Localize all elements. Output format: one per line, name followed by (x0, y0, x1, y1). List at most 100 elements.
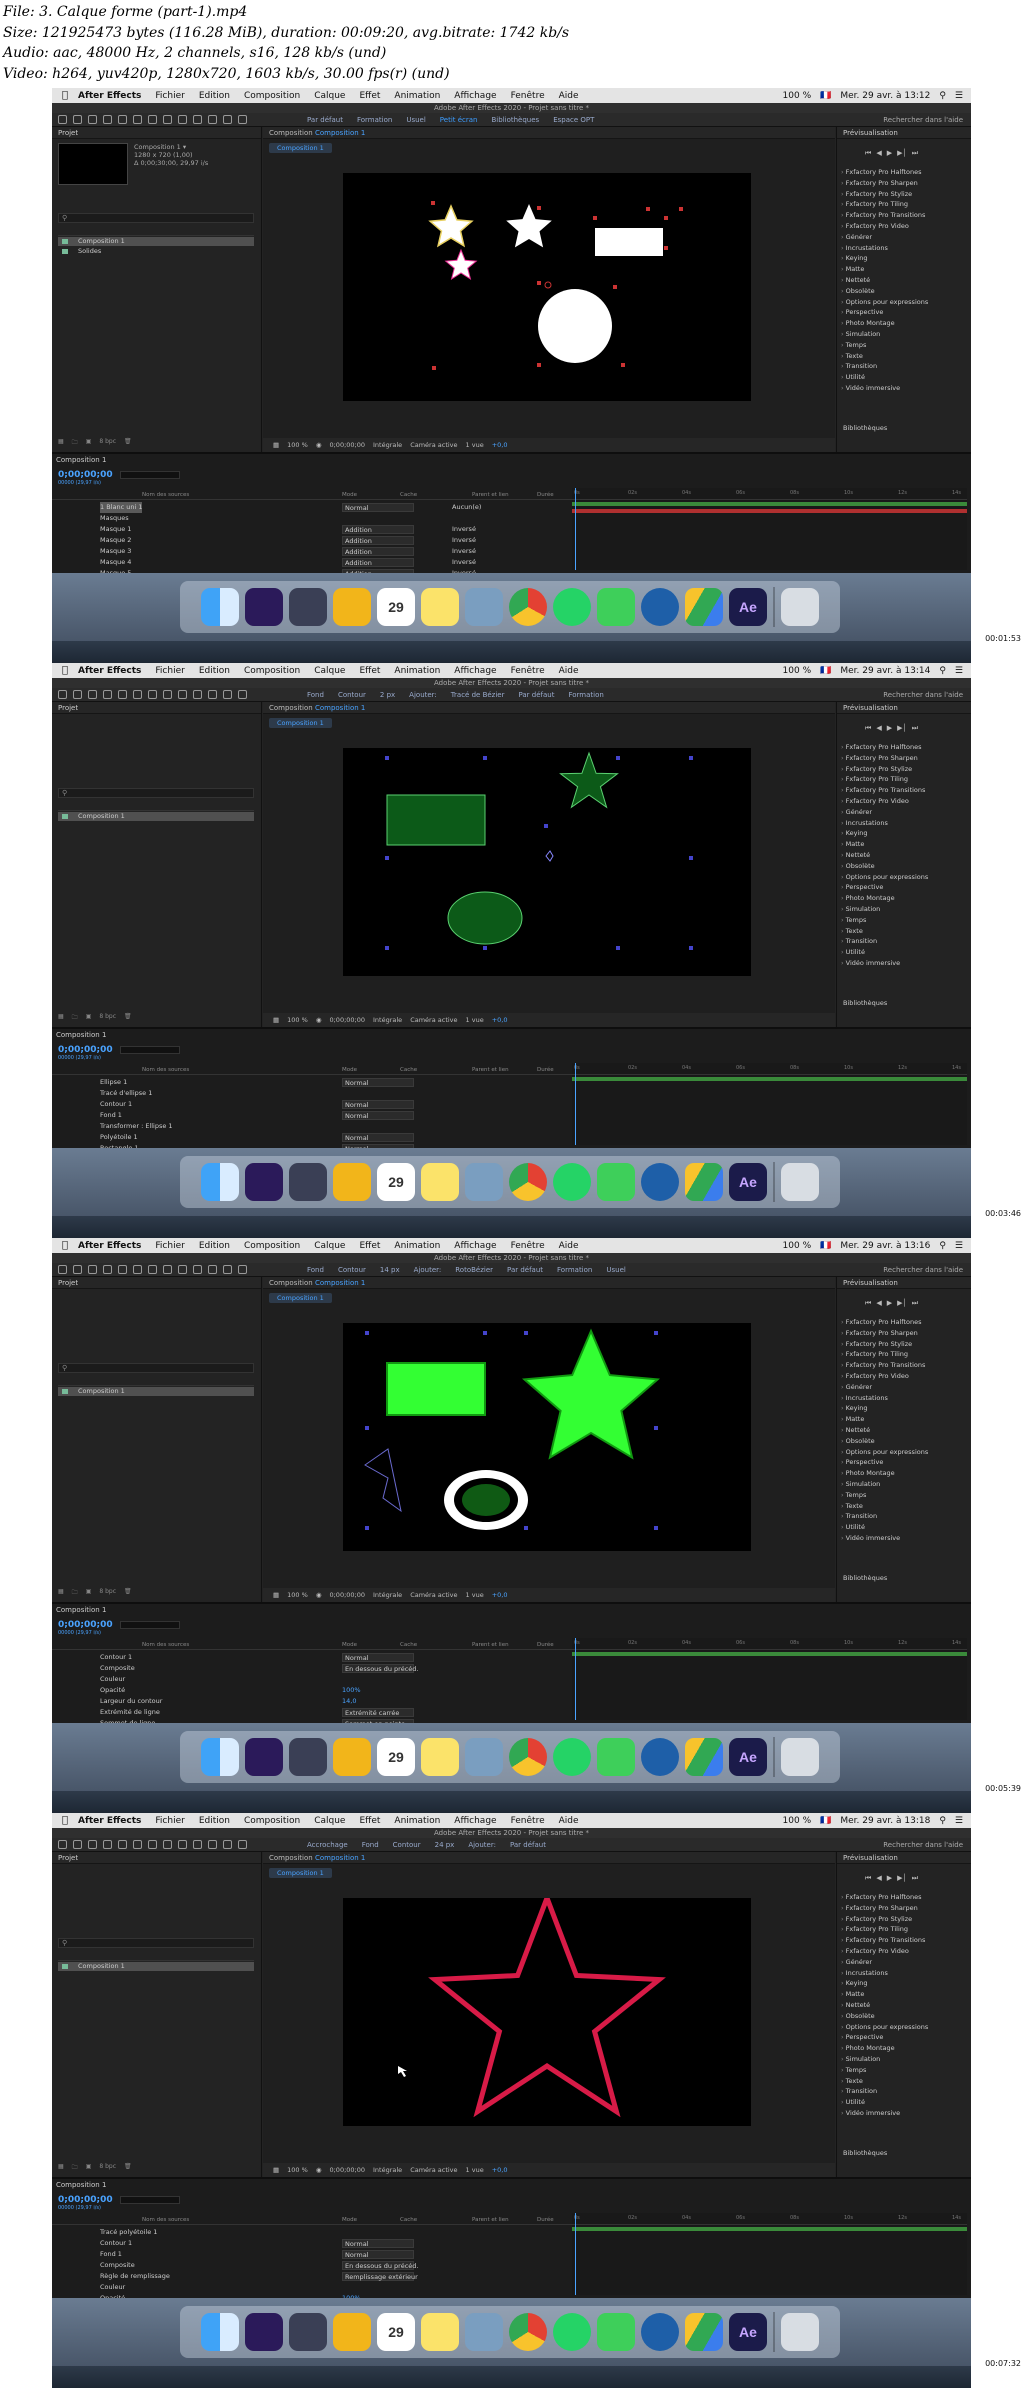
effect-category[interactable]: Générer (841, 1382, 966, 1393)
first-frame-icon[interactable]: ⏮ (865, 724, 871, 733)
menu-item[interactable]: Fenêtre (511, 91, 545, 101)
play-icon[interactable]: ▶ (887, 1299, 892, 1308)
comp-subtab[interactable]: Composition 1 (269, 718, 332, 728)
property-value[interactable]: Addition (342, 525, 414, 534)
flag-icon[interactable]: 🇫🇷 (820, 1241, 831, 1251)
workspace-item[interactable]: RotoBézier (455, 1266, 493, 1274)
effect-category[interactable]: Utilité (841, 947, 966, 958)
menu-item[interactable]: Animation (394, 1816, 440, 1826)
dark-green-ellipse-shape[interactable] (462, 1484, 510, 1516)
libraries-label[interactable]: Bibliothèques (843, 1574, 887, 1582)
effect-category[interactable]: Incrustations (841, 818, 966, 829)
timeline-search-input[interactable] (120, 471, 180, 479)
flag-icon[interactable]: 🇫🇷 (820, 666, 831, 676)
property-value[interactable]: Normal (342, 1653, 414, 1662)
workspace-item[interactable]: Ajouter: (414, 1266, 442, 1274)
trash-icon[interactable] (781, 1163, 819, 1201)
comp-timecode[interactable]: 0;00;00;00 (329, 1016, 365, 1024)
premiere-icon[interactable] (245, 1738, 283, 1776)
current-time-indicator[interactable] (575, 1063, 576, 1145)
selection-tool-icon[interactable] (73, 1265, 82, 1274)
puppet-tool-icon[interactable] (238, 1840, 247, 1849)
app-menu[interactable]: After Effects (78, 666, 141, 676)
google-drive-icon[interactable] (685, 1163, 723, 1201)
property-value[interactable]: Normal (342, 1133, 414, 1142)
timeline-row[interactable]: Tracé polyétoile 1 (52, 2227, 572, 2238)
menu-item[interactable]: Aide (559, 1241, 579, 1251)
effect-category[interactable]: Temps (841, 340, 966, 351)
bpc-label[interactable]: 8 bpc (99, 1588, 116, 1598)
comp-subtab[interactable]: Composition 1 (269, 143, 332, 153)
interpret-icon[interactable]: ▦ (58, 438, 64, 448)
pen-tool-icon[interactable] (163, 1265, 172, 1274)
shape-tool-icon[interactable] (148, 1265, 157, 1274)
effect-category[interactable]: Générer (841, 807, 966, 818)
chrome-icon[interactable] (509, 1163, 547, 1201)
shape-tool-icon[interactable] (148, 115, 157, 124)
effect-category[interactable]: Transition (841, 361, 966, 372)
google-drive-icon[interactable] (685, 588, 723, 626)
notes-icon[interactable] (421, 1163, 459, 1201)
path-handle[interactable] (689, 756, 693, 760)
work-area-bar[interactable] (572, 502, 967, 506)
menu-item[interactable]: Fichier (155, 666, 184, 676)
messages-icon[interactable] (597, 1738, 635, 1776)
current-time[interactable]: 0;00;00;00 (58, 470, 113, 480)
project-search-input[interactable]: ⚲ (58, 1363, 254, 1373)
prev-frame-icon[interactable]: ◀ (876, 149, 881, 158)
keynote-icon[interactable] (333, 1738, 371, 1776)
path-handle[interactable] (432, 366, 436, 370)
quicktime-icon[interactable] (641, 1163, 679, 1201)
camera-select[interactable]: Caméra active (410, 1591, 457, 1599)
path-handle[interactable] (593, 216, 597, 220)
first-frame-icon[interactable]: ⏮ (865, 1299, 871, 1308)
path-handle[interactable] (679, 207, 683, 211)
timeline-tab[interactable]: Composition 1 (56, 456, 106, 464)
stamp-tool-icon[interactable] (208, 115, 217, 124)
prev-frame-icon[interactable]: ◀ (876, 1299, 881, 1308)
path-handle[interactable] (664, 246, 668, 250)
spotlight-icon[interactable]: ⚲ (939, 666, 946, 676)
rotate-tool-icon[interactable] (118, 690, 127, 699)
effect-category[interactable]: Texte (841, 926, 966, 937)
clock[interactable]: Mer. 29 avr. à 13:16 (840, 1241, 930, 1251)
workspace-item[interactable]: Accrochage (307, 1841, 348, 1849)
app-menu[interactable]: After Effects (78, 1241, 141, 1251)
effect-category[interactable]: Fxfactory Pro Tiling (841, 774, 966, 785)
help-search[interactable]: Rechercher dans l'aide (883, 691, 963, 699)
whatsapp-icon[interactable] (553, 588, 591, 626)
next-frame-icon[interactable]: ▶│ (897, 149, 907, 158)
path-handle[interactable] (431, 201, 435, 205)
menu-item[interactable]: Composition (244, 91, 300, 101)
workspace-item[interactable]: Fond (307, 691, 324, 699)
grid-icon[interactable]: ▦ (273, 1016, 279, 1024)
composition-canvas[interactable] (343, 1323, 751, 1551)
app-menu[interactable]: After Effects (78, 1816, 141, 1826)
comp-tab-label[interactable]: Composition (269, 1279, 313, 1287)
zoom-tool-icon[interactable] (103, 690, 112, 699)
workspace-item[interactable]: Contour (393, 1841, 421, 1849)
path-handle[interactable] (524, 1526, 528, 1530)
workspace-item[interactable]: Fond (362, 1841, 379, 1849)
timeline-row[interactable]: Ellipse 1 Normal (52, 1077, 572, 1088)
effect-category[interactable]: Fxfactory Pro Video (841, 796, 966, 807)
effect-category[interactable]: Netteté (841, 2000, 966, 2011)
shape-tool-icon[interactable] (148, 690, 157, 699)
timeline-row[interactable]: Masque 1 Addition Inversé (52, 524, 572, 535)
path-handle[interactable] (385, 856, 389, 860)
menu-item[interactable]: Fichier (155, 91, 184, 101)
menu-item[interactable]: Affichage (454, 91, 496, 101)
effect-category[interactable]: Options pour expressions (841, 872, 966, 883)
menu-item[interactable]: Aide (559, 666, 579, 676)
effect-category[interactable]: Matte (841, 1989, 966, 2000)
effect-category[interactable]: Options pour expressions (841, 297, 966, 308)
snapshot-icon[interactable]: ◉ (316, 1016, 322, 1024)
effect-category[interactable]: Incrustations (841, 1968, 966, 1979)
selection-tool-icon[interactable] (73, 1840, 82, 1849)
effect-category[interactable]: Matte (841, 1414, 966, 1425)
property-value[interactable]: En dessous du précéd. (342, 1664, 418, 1673)
path-handle[interactable] (689, 856, 693, 860)
effect-category[interactable]: Obsolète (841, 861, 966, 872)
battery-status[interactable]: 100 % (783, 1816, 812, 1826)
first-frame-icon[interactable]: ⏮ (865, 1874, 871, 1883)
